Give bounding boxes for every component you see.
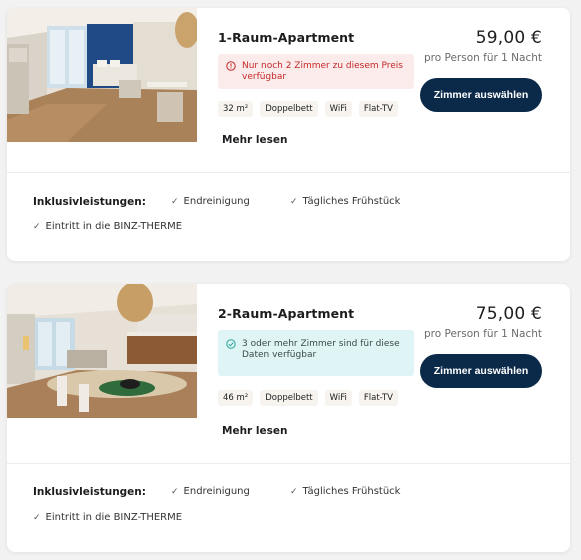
read-more-link[interactable]: Mehr lesen [222,425,287,437]
feature-chip: WiFi [324,390,352,406]
availability-warning: Nur noch 2 Zimmer zu diesem Preis verfüg… [218,54,414,89]
room-card: 1-Raum-Apartment Nur noch 2 Zimmer zu di… [7,8,570,261]
select-room-button[interactable]: Zimmer auswählen [420,354,542,388]
room-photo-image [7,284,197,418]
room-title: 2-Raum-Apartment [218,306,355,321]
feature-chip: Doppelbett [260,101,318,117]
feature-chip: Flat-TV [358,390,398,406]
room-photo[interactable] [7,8,197,142]
feature-chip: 32 m² [218,101,254,117]
alert-circle-icon [226,61,236,71]
price-note: pro Person für 1 Nacht [424,328,542,340]
inclusion-item: ✓ Eintritt in die BINZ-THERME [33,512,182,523]
availability-warning-text: Nur noch 2 Zimmer zu diesem Preis verfüg… [242,61,403,82]
card-divider [7,172,570,173]
room-price: 75,00 € [475,304,542,324]
read-more-link[interactable]: Mehr lesen [222,134,287,146]
inclusion-text: Tägliches Frühstück [302,486,401,497]
availability-notice: 3 oder mehr Zimmer sind für diese Daten … [218,330,414,376]
room-title: 1-Raum-Apartment [218,30,355,45]
inclusion-item: ✓ Endreinigung [171,196,250,207]
inclusion-item: ✓ Endreinigung [171,486,250,497]
check-icon: ✓ [171,487,179,497]
feature-chip: Flat-TV [358,101,398,117]
check-icon: ✓ [33,513,41,523]
inclusion-text: Endreinigung [183,196,250,207]
feature-chip: WiFi [324,101,352,117]
feature-list: 46 m² Doppelbett WiFi Flat-TV [218,390,398,406]
room-price: 59,00 € [475,28,542,48]
inclusion-item: ✓ Tägliches Frühstück [290,196,400,207]
feature-list: 32 m² Doppelbett WiFi Flat-TV [218,101,398,117]
check-icon: ✓ [290,197,298,207]
availability-notice-text: 3 oder mehr Zimmer sind für diese Daten … [242,339,400,360]
inclusion-text: Tägliches Frühstück [302,196,401,207]
price-note: pro Person für 1 Nacht [424,52,542,64]
inclusions-label: Inklusivleistungen: [33,486,146,498]
inclusion-item: ✓ Eintritt in die BINZ-THERME [33,221,182,232]
check-icon: ✓ [171,197,179,207]
feature-chip: Doppelbett [260,390,318,406]
room-photo-image [7,8,197,142]
room-card: 2-Raum-Apartment 3 oder mehr Zimmer sind… [7,284,570,552]
check-icon: ✓ [33,222,41,232]
inclusion-text: Endreinigung [183,486,250,497]
inclusion-item: ✓ Tägliches Frühstück [290,486,400,497]
inclusions-label: Inklusivleistungen: [33,196,146,208]
select-room-button[interactable]: Zimmer auswählen [420,78,542,112]
check-circle-icon [226,339,236,349]
check-icon: ✓ [290,487,298,497]
inclusion-text: Eintritt in die BINZ-THERME [45,512,183,523]
room-photo[interactable] [7,284,197,418]
card-divider [7,463,570,464]
inclusion-text: Eintritt in die BINZ-THERME [45,221,183,232]
feature-chip: 46 m² [218,390,254,406]
